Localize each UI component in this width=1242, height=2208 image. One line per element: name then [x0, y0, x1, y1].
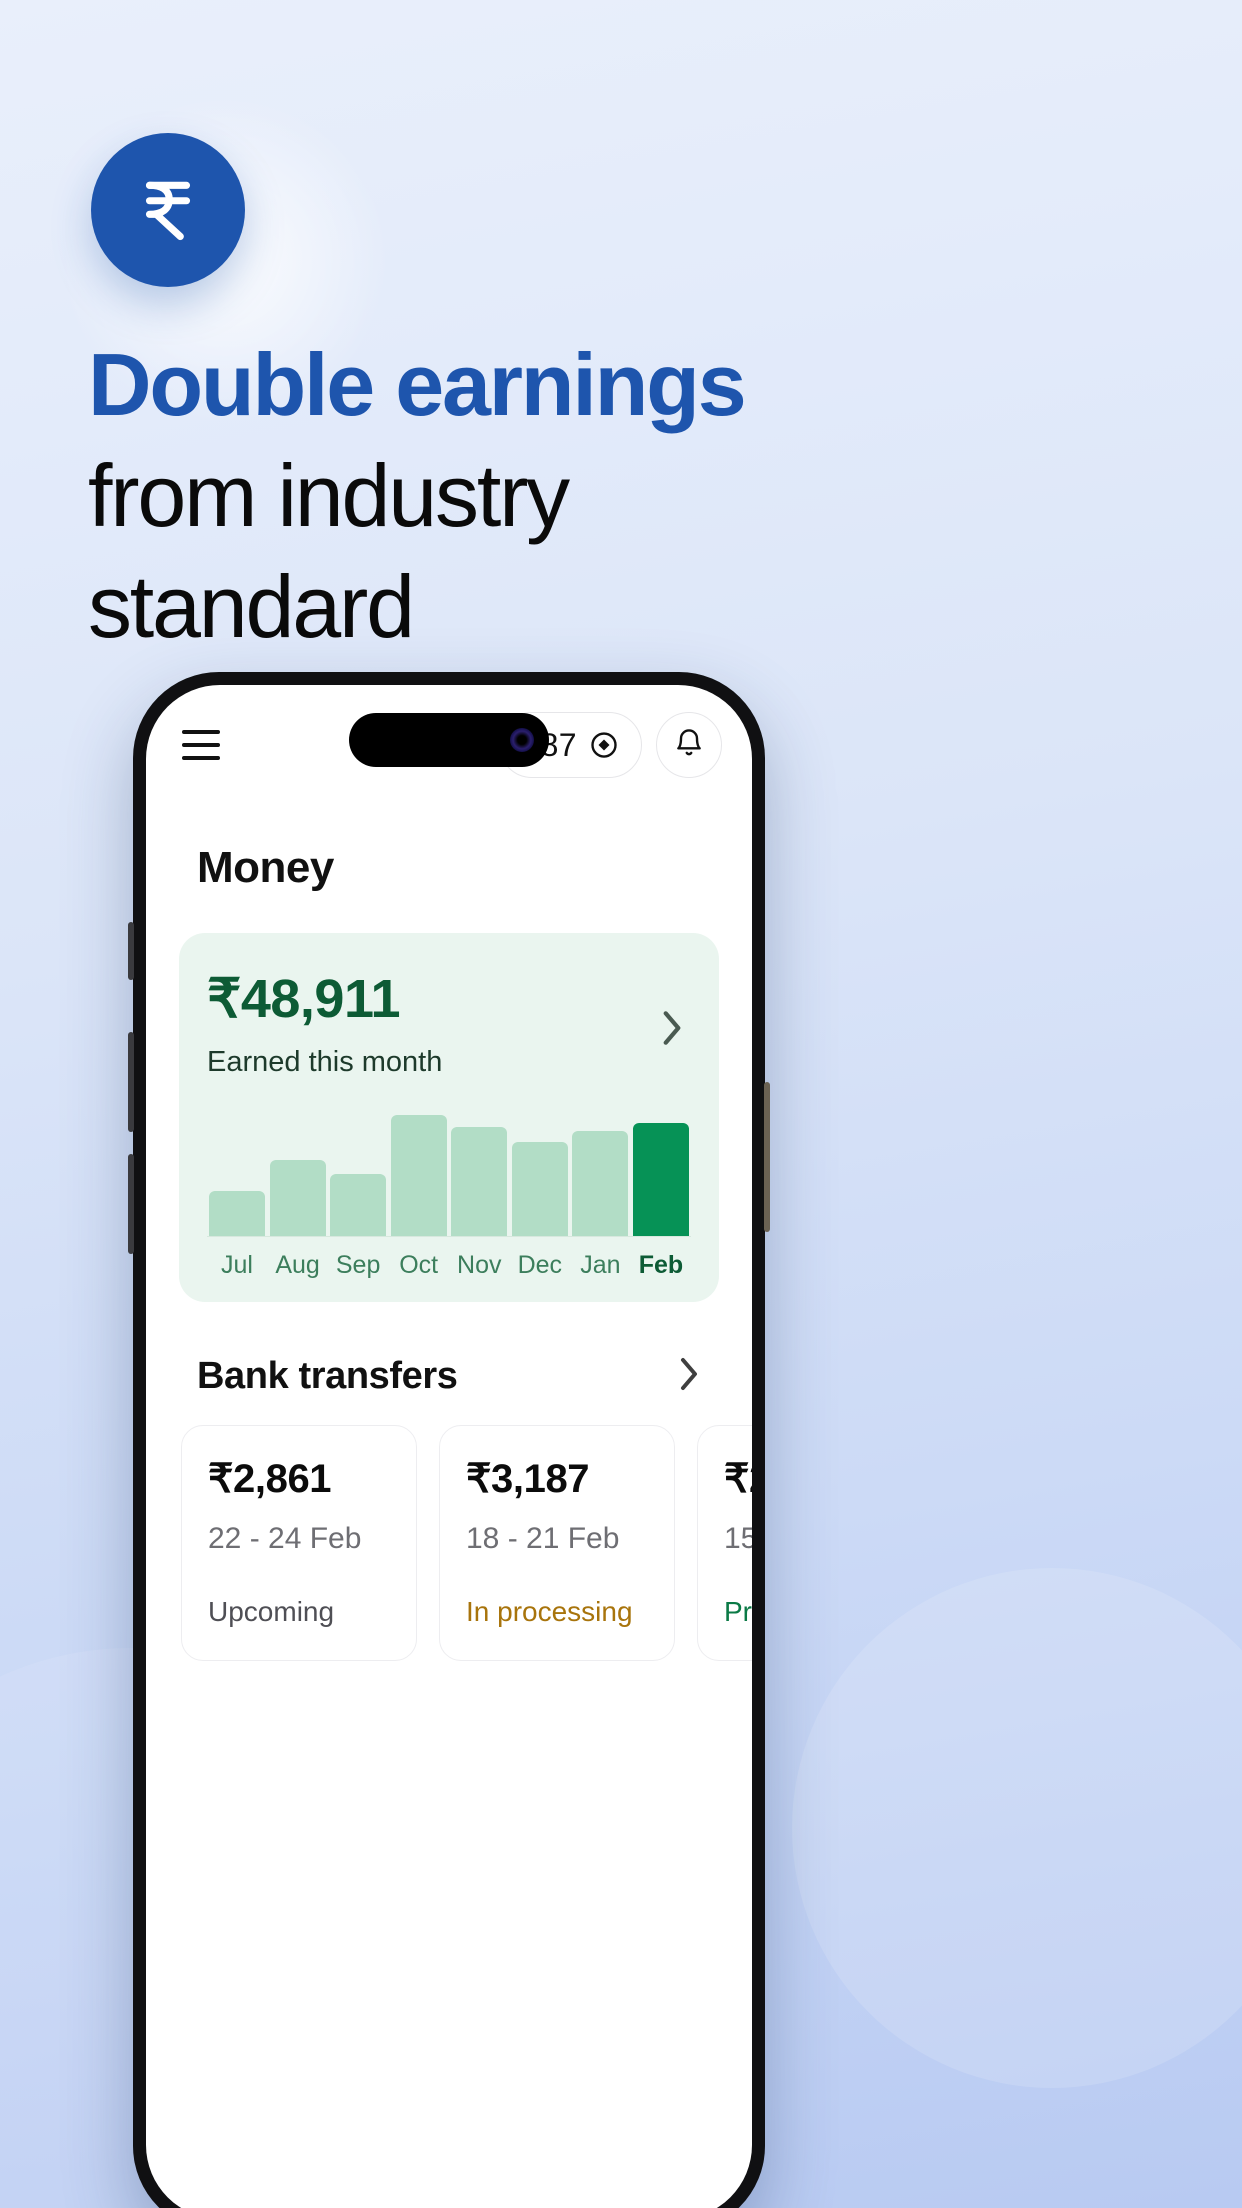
chart-label-sep: Sep — [335, 1251, 381, 1279]
phone-volume-down-button — [128, 1154, 134, 1254]
phone-volume-up-button — [128, 1032, 134, 1132]
bar — [330, 1174, 387, 1236]
phone-screen: 287 Money ₹48,911 Earned this month Jul … — [146, 685, 752, 2208]
bar — [572, 1131, 629, 1236]
bank-transfer-card[interactable]: ₹2, 15 - Proc — [697, 1425, 752, 1661]
headline-line-3: standard — [88, 556, 415, 656]
earnings-bar-chart — [207, 1105, 691, 1237]
app-content: Money ₹48,911 Earned this month Jul Aug Se… — [146, 843, 752, 1661]
transfer-dates: 15 - — [724, 1522, 752, 1555]
app-logo-badge — [91, 133, 245, 287]
chart-bar-nov — [451, 1105, 508, 1236]
bank-transfer-card[interactable]: ₹2,861 22 - 24 Feb Upcoming — [181, 1425, 417, 1661]
chart-bar-jul — [209, 1105, 265, 1236]
promo-background: Double earnings from industry standard 2… — [0, 0, 1242, 2208]
chevron-right-icon[interactable] — [659, 1007, 685, 1054]
chevron-right-icon[interactable] — [677, 1354, 701, 1399]
bar — [269, 1160, 326, 1236]
promo-headline: Double earnings from industry standard — [88, 330, 908, 663]
bar — [632, 1123, 689, 1236]
decorative-circle-right — [792, 1568, 1242, 2088]
bank-transfer-card[interactable]: ₹3,187 18 - 21 Feb In processing — [439, 1425, 675, 1661]
front-camera-icon — [510, 728, 534, 752]
transfer-amount: ₹2, — [724, 1457, 752, 1501]
chart-label-jul: Jul — [221, 1251, 253, 1279]
hamburger-menu-icon[interactable] — [182, 730, 220, 760]
chart-label-jan: Jan — [580, 1251, 621, 1279]
chart-label-nov: Nov — [457, 1251, 502, 1279]
transfer-dates: 18 - 21 Feb — [466, 1522, 620, 1555]
notification-bell-button[interactable] — [656, 712, 722, 778]
chart-bar-aug — [269, 1105, 326, 1236]
app-topbar: 287 — [146, 685, 752, 805]
dynamic-island — [349, 713, 549, 767]
headline-line-1: Double earnings — [88, 335, 747, 434]
headline-line-2: from industry — [88, 445, 570, 545]
phone-silent-switch — [128, 922, 134, 980]
bell-icon — [673, 727, 705, 764]
page-title: Money — [197, 843, 334, 892]
phone-mockup: 287 Money ₹48,911 Earned this month Jul … — [128, 672, 770, 2208]
chart-label-feb: Feb — [638, 1251, 684, 1279]
rupee-icon — [131, 173, 205, 247]
phone-power-button — [764, 1082, 770, 1232]
transfer-status-badge: In processing — [466, 1596, 633, 1627]
chart-bar-jan — [572, 1105, 629, 1236]
bank-transfer-card-list[interactable]: ₹2,861 22 - 24 Feb Upcoming ₹3,187 18 - 21 F… — [179, 1425, 752, 1661]
chart-label-dec: Dec — [517, 1251, 563, 1279]
coin-icon — [589, 730, 619, 760]
bank-transfers-title: Bank transfers — [197, 1355, 458, 1397]
bank-transfers-header: Bank transfers — [197, 1354, 701, 1399]
chart-label-oct: Oct — [399, 1251, 439, 1279]
chart-bar-oct — [390, 1105, 447, 1236]
bar — [451, 1127, 508, 1236]
bar — [390, 1115, 447, 1236]
transfer-amount: ₹3,187 — [466, 1457, 590, 1501]
chart-bar-dec — [511, 1105, 568, 1236]
transfer-amount: ₹2,861 — [208, 1457, 332, 1501]
earnings-card[interactable]: ₹48,911 Earned this month Jul Aug Sep Oct No… — [179, 933, 719, 1302]
bar — [511, 1141, 568, 1236]
earnings-label: Earned this month — [207, 1046, 443, 1078]
transfer-status-badge: Proc — [724, 1596, 752, 1627]
earnings-chart-labels: Jul Aug Sep Oct Nov Dec Jan Feb — [207, 1237, 691, 1280]
transfer-dates: 22 - 24 Feb — [208, 1522, 362, 1555]
chart-label-aug: Aug — [275, 1251, 320, 1279]
bar — [209, 1191, 265, 1236]
chart-bar-sep — [330, 1105, 387, 1236]
chart-bar-feb — [632, 1105, 689, 1236]
earnings-amount: ₹48,911 — [207, 969, 401, 1029]
transfer-status-badge: Upcoming — [208, 1596, 335, 1627]
